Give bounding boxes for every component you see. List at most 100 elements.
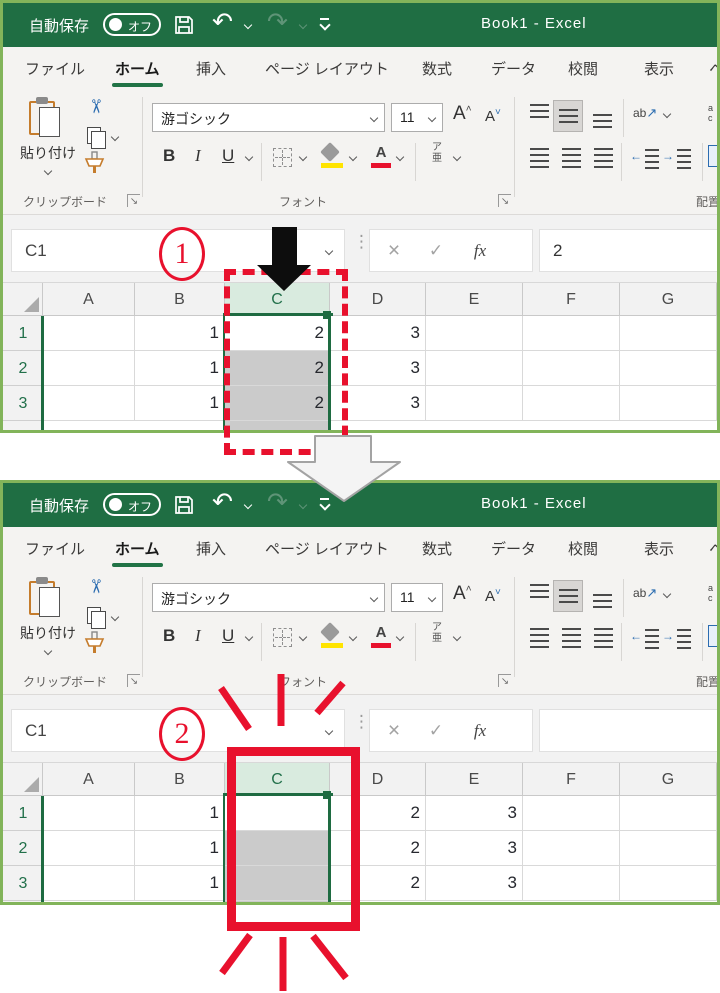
increase-indent-icon[interactable]: → [665, 627, 691, 647]
redo-icon[interactable]: ↷ [267, 488, 288, 516]
cell-f3[interactable] [523, 386, 620, 421]
cell-e1[interactable]: 3 [426, 796, 523, 831]
tab-data[interactable]: データ [491, 58, 536, 79]
bold-button[interactable]: B [163, 146, 175, 166]
undo-icon[interactable]: ↶ [212, 488, 233, 516]
cell-f2[interactable] [523, 351, 620, 386]
furigana-chevron-icon[interactable] [453, 153, 462, 162]
tab-data[interactable]: データ [491, 538, 536, 559]
underline-button[interactable]: U [222, 146, 234, 166]
align-middle-icon[interactable] [553, 580, 583, 612]
decrease-font-size-button[interactable]: A˅ [485, 587, 501, 605]
format-painter-icon[interactable] [83, 631, 105, 655]
paste-button[interactable]: 貼り付け [13, 95, 83, 189]
align-top-icon[interactable] [527, 584, 551, 608]
save-icon[interactable] [173, 494, 195, 516]
font-size-chevron-icon[interactable] [428, 594, 437, 603]
font-size-chevron-icon[interactable] [428, 114, 437, 123]
cell-a1[interactable] [43, 796, 135, 831]
row-header-1[interactable]: 1 [3, 796, 43, 831]
autosave-toggle[interactable]: オフ [103, 13, 161, 36]
align-bottom-icon[interactable] [590, 584, 614, 608]
font-color-chevron-icon[interactable] [396, 153, 405, 162]
name-box-chevron-icon[interactable] [325, 727, 334, 736]
cell-e3[interactable] [426, 386, 523, 421]
column-header-a[interactable]: A [43, 763, 135, 796]
tab-file[interactable]: ファイル [25, 538, 85, 559]
undo-dropdown-chevron-icon[interactable] [244, 501, 253, 510]
align-bottom-icon[interactable] [590, 104, 614, 128]
cell-b2[interactable]: 1 [135, 351, 225, 386]
align-center-icon[interactable] [559, 146, 583, 170]
column-header-b[interactable]: B [135, 763, 225, 796]
autosave-toggle[interactable]: オフ [103, 493, 161, 516]
row-header-2[interactable]: 2 [3, 351, 43, 386]
font-name-chevron-icon[interactable] [370, 114, 379, 123]
font-name-select[interactable]: 游ゴシック [152, 583, 385, 612]
cell-g1[interactable] [620, 796, 717, 831]
cell-e2[interactable]: 3 [426, 831, 523, 866]
redo-dropdown-chevron-icon[interactable] [299, 21, 308, 30]
copy-dropdown-chevron-icon[interactable] [111, 613, 120, 622]
decrease-font-size-button[interactable]: A˅ [485, 107, 501, 125]
borders-dropdown-chevron-icon[interactable] [299, 633, 308, 642]
insert-function-icon[interactable]: fx [460, 230, 500, 271]
column-header-b[interactable]: B [135, 283, 225, 316]
align-top-icon[interactable] [527, 104, 551, 128]
cell-b1[interactable]: 1 [135, 796, 225, 831]
align-center-icon[interactable] [559, 626, 583, 650]
tab-formulas[interactable]: 数式 [422, 58, 452, 79]
row-header-1[interactable]: 1 [3, 316, 43, 351]
clipboard-dialog-launcher-icon[interactable]: ↘ [127, 674, 140, 687]
name-box-chevron-icon[interactable] [325, 247, 334, 256]
wrap-text-icon[interactable] [708, 145, 720, 167]
undo-icon[interactable]: ↶ [212, 8, 233, 36]
italic-button[interactable]: I [195, 146, 201, 166]
font-dialog-launcher-icon[interactable]: ↘ [498, 674, 511, 687]
column-header-f[interactable]: F [523, 763, 620, 796]
enter-icon[interactable]: ✓ [416, 710, 456, 751]
tab-formulas[interactable]: 数式 [422, 538, 452, 559]
cell-f1[interactable] [523, 796, 620, 831]
formula-input[interactable]: 2 [539, 229, 719, 272]
tab-review[interactable]: 校閲 [568, 538, 598, 559]
tab-home[interactable]: ホーム [115, 538, 160, 559]
cell-g2[interactable] [620, 351, 717, 386]
tab-help-partial[interactable]: ヘ [709, 538, 720, 559]
cell-e3[interactable]: 3 [426, 866, 523, 901]
tab-insert[interactable]: 挿入 [196, 538, 226, 559]
cell-b3[interactable]: 1 [135, 386, 225, 421]
orientation-chevron-icon[interactable] [663, 110, 672, 119]
increase-font-size-button[interactable]: A˄ [453, 583, 472, 605]
fill-color-chevron-icon[interactable] [349, 633, 358, 642]
tab-file[interactable]: ファイル [25, 58, 85, 79]
cell-a1[interactable] [43, 316, 135, 351]
text-orientation-icon[interactable]: ab↗ [633, 585, 661, 609]
cell-e1[interactable] [426, 316, 523, 351]
cut-icon[interactable]: ✂ [83, 99, 106, 115]
copy-icon[interactable] [87, 127, 101, 144]
tab-page-layout[interactable]: ページ レイアウト [265, 58, 389, 79]
align-middle-icon[interactable] [553, 100, 583, 132]
decrease-indent-icon[interactable]: ← [633, 147, 659, 167]
formula-input[interactable] [539, 709, 719, 752]
clipboard-dialog-launcher-icon[interactable]: ↘ [127, 194, 140, 207]
furigana-icon[interactable]: ア亜 [427, 622, 447, 648]
cell-e2[interactable] [426, 351, 523, 386]
quick-access-customize-icon[interactable] [319, 498, 331, 510]
tab-view[interactable]: 表示 [644, 58, 674, 79]
format-painter-icon[interactable] [83, 151, 105, 175]
cell-a2[interactable] [43, 831, 135, 866]
align-left-icon[interactable] [527, 146, 551, 170]
cell-b3[interactable]: 1 [135, 866, 225, 901]
column-header-e[interactable]: E [426, 763, 523, 796]
tab-view[interactable]: 表示 [644, 538, 674, 559]
underline-button[interactable]: U [222, 626, 234, 646]
row-header-3[interactable]: 3 [3, 386, 43, 421]
font-size-select[interactable]: 11 [391, 583, 443, 612]
enter-icon[interactable]: ✓ [416, 230, 456, 271]
paste-button[interactable]: 貼り付け [13, 575, 83, 669]
select-all-corner[interactable] [3, 283, 43, 316]
paste-dropdown-chevron-icon[interactable] [44, 167, 53, 176]
cell-g3[interactable] [620, 866, 717, 901]
